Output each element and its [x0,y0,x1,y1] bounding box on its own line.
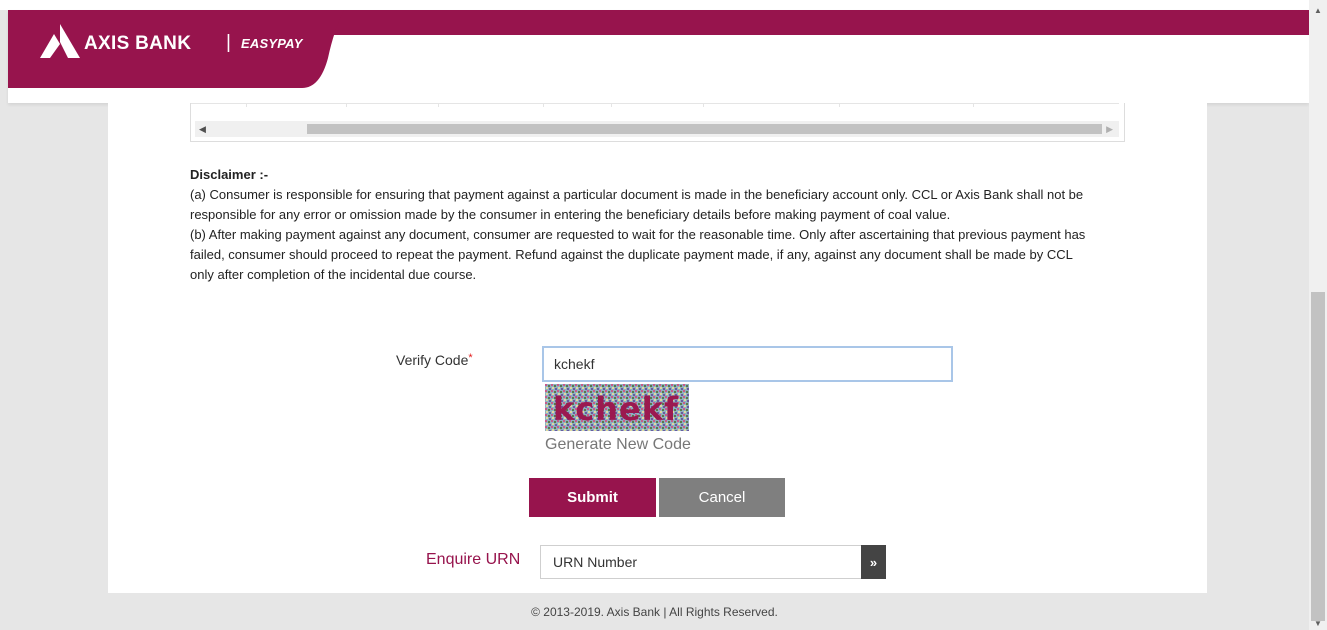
verify-code-label: Verify Code* [396,352,473,368]
scroll-up-icon[interactable]: ▲ [1314,6,1322,15]
enquire-go-button[interactable]: » [861,545,886,579]
site-header: AXIS BANK | EASYPAY [8,10,1309,103]
required-marker: * [468,352,473,364]
brand-name: AXIS BANK [84,33,192,54]
double-chevron-right-icon: » [869,554,878,570]
scroll-down-icon[interactable]: ▼ [1314,619,1322,628]
horizontal-scrollbar[interactable]: ◀ ▶ [195,121,1119,137]
footer-copyright: © 2013-2019. Axis Bank | All Rights Rese… [531,605,778,619]
table-column-divider [246,103,247,107]
submit-button[interactable]: Submit [529,478,656,517]
results-table-frame: ◀ ▶ [190,103,1125,142]
enquire-urn-label: Enquire URN [426,551,521,568]
cancel-button[interactable]: Cancel [659,478,785,517]
vertical-scroll-thumb[interactable] [1311,292,1325,621]
verify-code-label-text: Verify Code [396,352,469,368]
table-column-divider [703,103,704,107]
table-column-divider [543,103,544,107]
disclaimer-paragraph-b: (b) After making payment against any doc… [190,227,1086,282]
brand-separator: | [226,32,231,53]
table-row-border [191,103,1119,104]
product-name: EASYPAY [241,36,303,51]
scroll-left-icon[interactable]: ◀ [199,124,206,135]
table-column-divider [438,103,439,107]
vertical-scrollbar[interactable]: ▲ ▼ [1309,0,1327,630]
captcha-text: kchekf [553,390,679,428]
verify-code-input[interactable] [542,346,953,382]
top-strip [0,0,1309,10]
main-content: ◀ ▶ Disclaimer :- (a) Consumer is respon… [108,103,1207,593]
table-column-divider [839,103,840,107]
table-column-divider [611,103,612,107]
disclaimer-title: Disclaimer :- [190,167,269,182]
horizontal-scroll-thumb[interactable] [307,124,1102,134]
urn-number-input[interactable] [540,545,862,579]
scroll-right-icon[interactable]: ▶ [1106,124,1113,135]
captcha-image: kchekf [545,384,689,431]
table-column-divider [973,103,974,107]
table-column-divider [346,103,347,107]
disclaimer-section: Disclaimer :- (a) Consumer is responsibl… [190,165,1090,285]
disclaimer-paragraph-a: (a) Consumer is responsible for ensuring… [190,187,1084,222]
axis-logo-icon [40,24,80,58]
generate-new-code-link[interactable]: Generate New Code [545,436,691,454]
